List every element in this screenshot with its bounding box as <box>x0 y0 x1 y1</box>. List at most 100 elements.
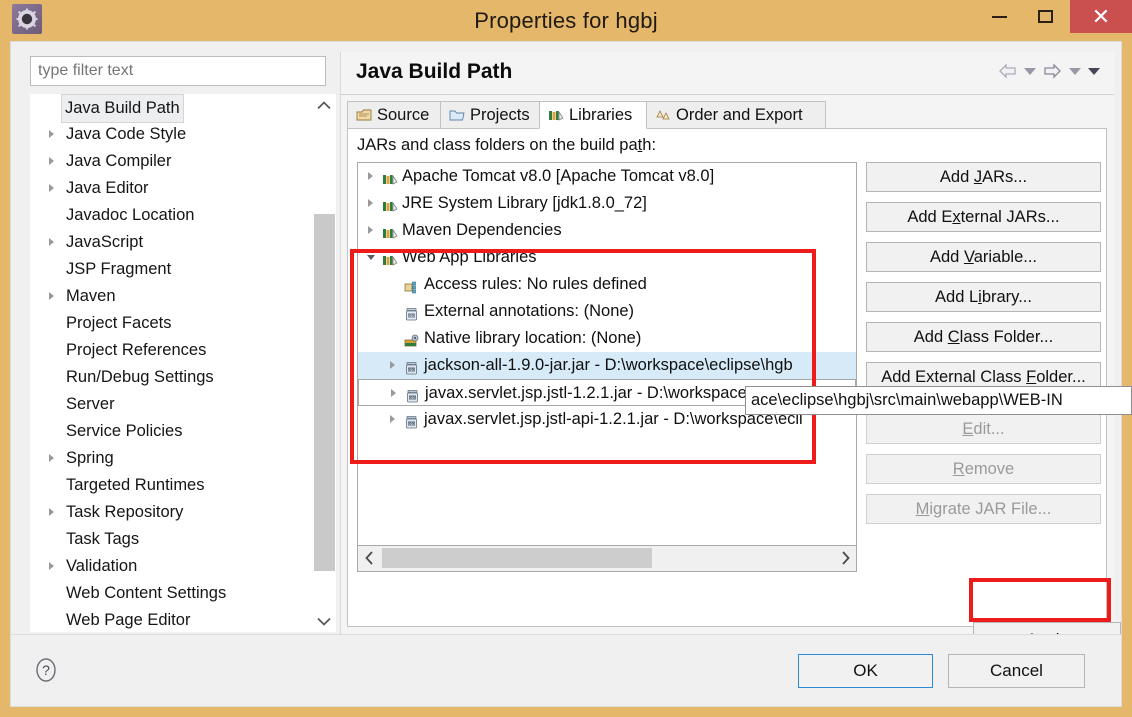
sidebar-item-java-build-path[interactable]: Java Build Path <box>30 94 326 123</box>
expand-arrow-icon[interactable] <box>49 157 54 165</box>
expand-arrow-icon[interactable] <box>390 415 395 423</box>
sidebar-scroll-thumb[interactable] <box>314 214 335 571</box>
library-tree-row[interactable]: Web App Libraries <box>358 244 856 271</box>
sidebar-item-javadoc-location[interactable]: Javadoc Location <box>30 202 326 229</box>
expand-arrow-icon[interactable] <box>49 562 54 570</box>
chevron-left-icon <box>364 551 373 565</box>
expand-arrow-icon[interactable] <box>49 238 54 246</box>
sidebar-item-label: Java Compiler <box>66 152 172 170</box>
close-button[interactable]: ✕ <box>1070 0 1132 33</box>
sidebar-item-java-code-style[interactable]: Java Code Style <box>30 121 326 148</box>
libraries-horizontal-scrollbar[interactable] <box>357 546 857 572</box>
expand-arrow-icon[interactable] <box>49 292 54 300</box>
back-arrow-icon[interactable] <box>998 63 1017 79</box>
library-tree-row[interactable]: 010 jackson-all-1.9.0-jar.jar - D:\worksp… <box>358 352 856 379</box>
sidebar-item-maven[interactable]: Maven <box>30 283 326 310</box>
scroll-up-button[interactable] <box>312 94 336 116</box>
collapse-arrow-icon[interactable] <box>367 255 375 260</box>
sidebar-item-web-page-editor[interactable]: Web Page Editor <box>30 607 326 632</box>
forward-dropdown-icon[interactable] <box>1069 67 1081 75</box>
library-tree-row[interactable]: Maven Dependencies <box>358 217 856 244</box>
library-books-icon <box>548 108 564 122</box>
button-add-class-folder[interactable]: Add Class Folder... <box>866 322 1101 352</box>
sidebar-item-label: Project Facets <box>66 314 172 332</box>
forward-arrow-icon[interactable] <box>1043 63 1062 79</box>
sidebar-item-jsp-fragment[interactable]: JSP Fragment <box>30 256 326 283</box>
tab-source[interactable]: Source <box>347 101 441 129</box>
svg-text:?: ? <box>42 662 50 678</box>
sidebar-item-run-debug-settings[interactable]: Run/Debug Settings <box>30 364 326 391</box>
button-add-library[interactable]: Add Library... <box>866 282 1101 312</box>
library-tree-row[interactable]: Native library location: (None) <box>358 325 856 352</box>
button-remove: Remove <box>866 454 1101 484</box>
sidebar-item-label: Server <box>66 395 115 413</box>
library-tree-row[interactable]: 010 External annotations: (None) <box>358 298 856 325</box>
tab-order-and-export[interactable]: Order and Export <box>646 101 826 129</box>
button-add-external-jars[interactable]: Add External JARs... <box>866 202 1101 232</box>
expand-arrow-icon[interactable] <box>368 226 373 234</box>
horizontal-scroll-thumb[interactable] <box>382 548 652 568</box>
filter-input[interactable] <box>30 56 326 86</box>
sidebar-item-task-repository[interactable]: Task Repository <box>30 499 326 526</box>
button-add-variable[interactable]: Add Variable... <box>866 242 1101 272</box>
settings-tree[interactable]: Java Build Path Java Code Style Java Compi… <box>30 94 326 632</box>
library-tree-row[interactable]: Access rules: No rules defined <box>358 271 856 298</box>
library-tree-label: JRE System Library [jdk1.8.0_72] <box>402 194 647 212</box>
sidebar-item-javascript[interactable]: JavaScript <box>30 229 326 256</box>
sidebar-item-service-policies[interactable]: Service Policies <box>30 418 326 445</box>
library-action-buttons: Add JARs... Add External JARs... Add Varia… <box>866 162 1101 534</box>
menu-dropdown-icon[interactable] <box>1088 67 1100 75</box>
sidebar-item-project-facets[interactable]: Project Facets <box>30 310 326 337</box>
expand-arrow-icon[interactable] <box>49 508 54 516</box>
sidebar-item-validation[interactable]: Validation <box>30 553 326 580</box>
svg-text:010: 010 <box>409 314 415 318</box>
sidebar-item-web-content-settings[interactable]: Web Content Settings <box>30 580 326 607</box>
expand-arrow-icon[interactable] <box>391 389 396 397</box>
svg-text:010: 010 <box>409 368 415 372</box>
ok-button[interactable]: OK <box>798 654 933 688</box>
minimize-button[interactable] <box>976 0 1022 33</box>
sidebar-item-spring[interactable]: Spring <box>30 445 326 472</box>
sidebar-item-java-compiler[interactable]: Java Compiler <box>30 148 326 175</box>
scroll-down-button[interactable] <box>312 610 336 632</box>
tab-bar: Source Projects Libraries Order and Export <box>347 101 1107 129</box>
tab-projects[interactable]: Projects <box>440 101 540 129</box>
close-icon: ✕ <box>1091 3 1111 29</box>
order-export-icon <box>655 108 671 122</box>
expand-arrow-icon[interactable] <box>49 454 54 462</box>
title-bar: Properties for hgbj ✕ <box>0 0 1132 41</box>
expand-arrow-icon[interactable] <box>49 130 54 138</box>
expand-arrow-icon[interactable] <box>368 172 373 180</box>
dialog-body: Java Build Path Java Code Style Java Compi… <box>10 41 1122 707</box>
content-pane: Java Build Path Source Projects Libraries O… <box>340 52 1114 634</box>
sidebar-item-task-tags[interactable]: Task Tags <box>30 526 326 553</box>
sidebar-item-label: Java Editor <box>66 179 149 197</box>
expand-arrow-icon[interactable] <box>390 361 395 369</box>
maximize-icon <box>1037 10 1053 23</box>
library-tree-row[interactable]: JRE System Library [jdk1.8.0_72] <box>358 190 856 217</box>
sidebar-item-label: Spring <box>66 449 114 467</box>
sidebar-scrollbar[interactable] <box>312 94 336 632</box>
button-migrate-jar-file: Migrate JAR File... <box>866 494 1101 524</box>
sidebar-item-java-editor[interactable]: Java Editor <box>30 175 326 202</box>
maximize-button[interactable] <box>1022 0 1068 33</box>
libraries-tree[interactable]: Apache Tomcat v8.0 [Apache Tomcat v8.0] J… <box>357 162 857 546</box>
help-icon[interactable]: ? <box>33 657 59 683</box>
path-tooltip: ace\eclipse\hgbj\src\main\webapp\WEB-IN <box>745 386 1132 415</box>
scroll-right-button[interactable] <box>834 546 856 570</box>
library-tree-row[interactable]: Apache Tomcat v8.0 [Apache Tomcat v8.0] <box>358 163 856 190</box>
back-dropdown-icon[interactable] <box>1024 67 1036 75</box>
button-add-jars[interactable]: Add JARs... <box>866 162 1101 192</box>
sidebar-item-project-references[interactable]: Project References <box>30 337 326 364</box>
annotation-jar-icon: 010 <box>404 304 420 321</box>
chevron-up-icon <box>317 100 331 109</box>
cancel-button[interactable]: Cancel <box>948 654 1085 688</box>
scroll-left-button[interactable] <box>358 546 380 570</box>
expand-arrow-icon[interactable] <box>49 184 54 192</box>
sidebar-item-server[interactable]: Server <box>30 391 326 418</box>
expand-arrow-icon[interactable] <box>368 199 373 207</box>
sidebar-item-targeted-runtimes[interactable]: Targeted Runtimes <box>30 472 326 499</box>
tab-libraries[interactable]: Libraries <box>539 101 647 129</box>
sidebar-item-label: Targeted Runtimes <box>66 476 205 494</box>
libraries-tab-panel: JARs and class folders on the build path… <box>347 129 1107 627</box>
